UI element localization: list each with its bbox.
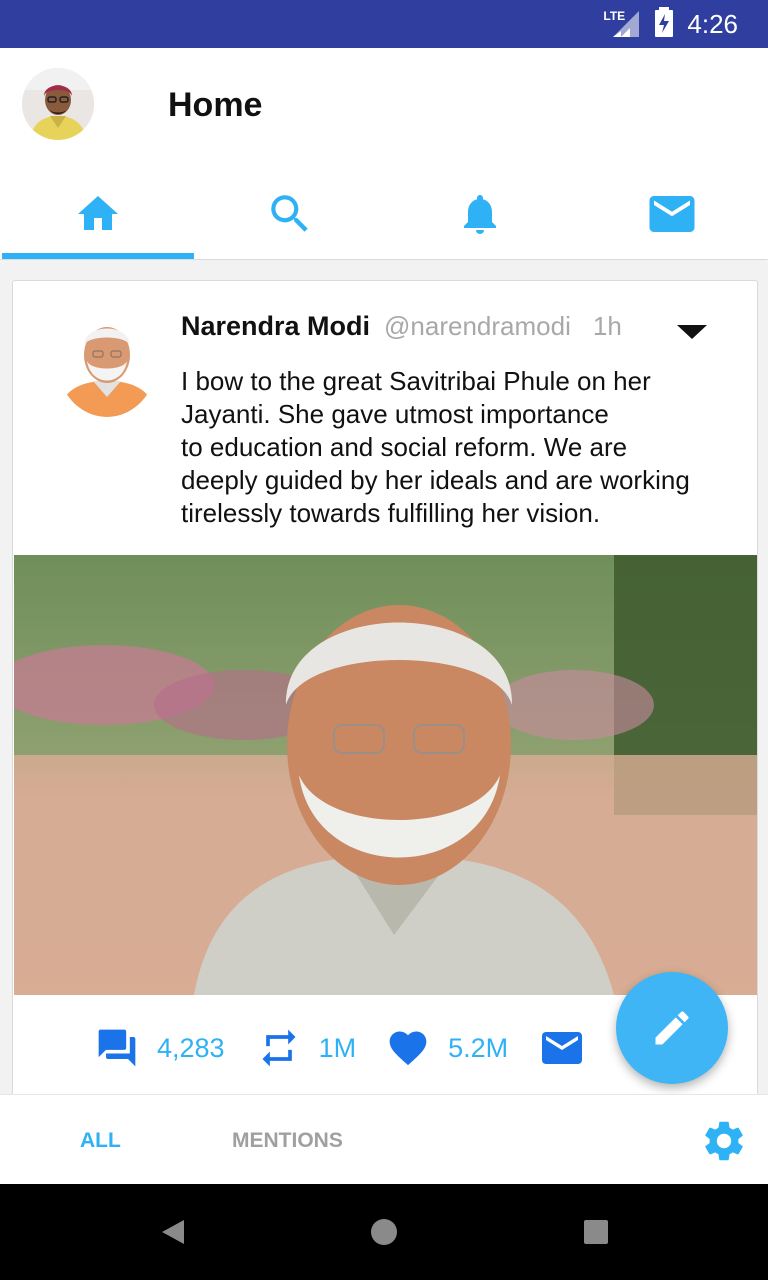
app-bar: Home bbox=[0, 48, 768, 168]
tweet-actions: 4,283 1M 5.2M bbox=[95, 1023, 586, 1073]
compose-tweet-button[interactable] bbox=[616, 972, 728, 1084]
recents-button[interactable] bbox=[578, 1214, 614, 1250]
tab-messages[interactable] bbox=[576, 168, 768, 260]
bell-icon bbox=[464, 195, 496, 234]
system-navigation-bar bbox=[0, 1184, 768, 1280]
tweet-timestamp: 1h bbox=[592, 311, 622, 341]
network-type: LTE bbox=[603, 9, 626, 23]
timeline-feed[interactable]: Narendra Modi @narendramodi 1h I bow to … bbox=[0, 262, 768, 1094]
retweet-button[interactable]: 1M bbox=[257, 1026, 357, 1070]
profile-avatar[interactable] bbox=[22, 68, 94, 140]
mail-icon bbox=[542, 1032, 583, 1064]
tweet-author-name[interactable]: Narendra Modi bbox=[181, 311, 370, 342]
back-button[interactable] bbox=[156, 1214, 192, 1250]
status-bar: LTE 4:26 bbox=[0, 0, 768, 48]
top-tab-bar bbox=[0, 168, 768, 260]
tweet-author-avatar[interactable] bbox=[57, 305, 157, 417]
tweet-image[interactable] bbox=[14, 555, 757, 995]
reply-icon bbox=[98, 1029, 136, 1067]
tab-notifications[interactable] bbox=[384, 168, 576, 260]
battery-charging-icon bbox=[655, 6, 674, 42]
home-circle-icon bbox=[371, 1219, 397, 1245]
home-nav-button[interactable] bbox=[366, 1214, 402, 1250]
tab-indicator bbox=[2, 253, 194, 259]
tweet-text-line: deeply guided by her ideals and are work… bbox=[181, 465, 690, 495]
heart-icon bbox=[389, 1031, 427, 1066]
tweet-text: I bow to the great Savitribai Phule on h… bbox=[181, 365, 741, 530]
tweet-text-line: to education and social reform. We are bbox=[181, 432, 628, 462]
like-count: 5.2M bbox=[448, 1032, 509, 1063]
share-dm-button[interactable] bbox=[538, 1024, 586, 1072]
settings-button[interactable] bbox=[700, 1117, 748, 1165]
tweet-menu-caret-icon[interactable] bbox=[677, 325, 707, 339]
tweet-author-handle[interactable]: @narendramodi bbox=[384, 311, 571, 342]
search-icon bbox=[271, 195, 308, 232]
home-icon bbox=[78, 196, 118, 230]
retweet-count: 1M bbox=[318, 1032, 357, 1063]
page-title: Home bbox=[168, 86, 263, 124]
filter-tab-all[interactable]: ALL bbox=[80, 1129, 121, 1153]
mail-icon bbox=[649, 196, 695, 232]
reply-count: 4,283 bbox=[157, 1032, 225, 1063]
tab-search[interactable] bbox=[194, 168, 386, 260]
recents-square-icon bbox=[584, 1220, 608, 1244]
back-triangle-icon bbox=[162, 1220, 184, 1244]
filter-tab-mentions[interactable]: MENTIONS bbox=[232, 1129, 343, 1153]
pencil-icon bbox=[655, 1011, 689, 1045]
tweet-header: Narendra Modi @narendramodi 1h bbox=[181, 311, 622, 342]
tab-home[interactable] bbox=[2, 168, 194, 260]
tweet-text-line: Jayanti. She gave utmost importance bbox=[181, 399, 609, 429]
signal-icon: LTE bbox=[603, 9, 641, 39]
like-button[interactable]: 5.2M bbox=[386, 1026, 508, 1070]
tweet-text-line: I bow to the great Savitribai Phule on h… bbox=[181, 366, 651, 396]
reply-button[interactable]: 4,283 bbox=[95, 1026, 225, 1070]
retweet-icon bbox=[262, 1029, 296, 1067]
tweet-text-line: tirelessly towards fulfilling her vision… bbox=[181, 498, 601, 528]
tweet-card[interactable]: Narendra Modi @narendramodi 1h I bow to … bbox=[12, 280, 758, 1094]
gear-icon bbox=[705, 1121, 743, 1161]
bottom-filter-bar: ALL MENTIONS bbox=[0, 1094, 768, 1184]
status-time: 4:26 bbox=[687, 8, 738, 39]
status-indicators: LTE 4:26 bbox=[603, 6, 738, 42]
